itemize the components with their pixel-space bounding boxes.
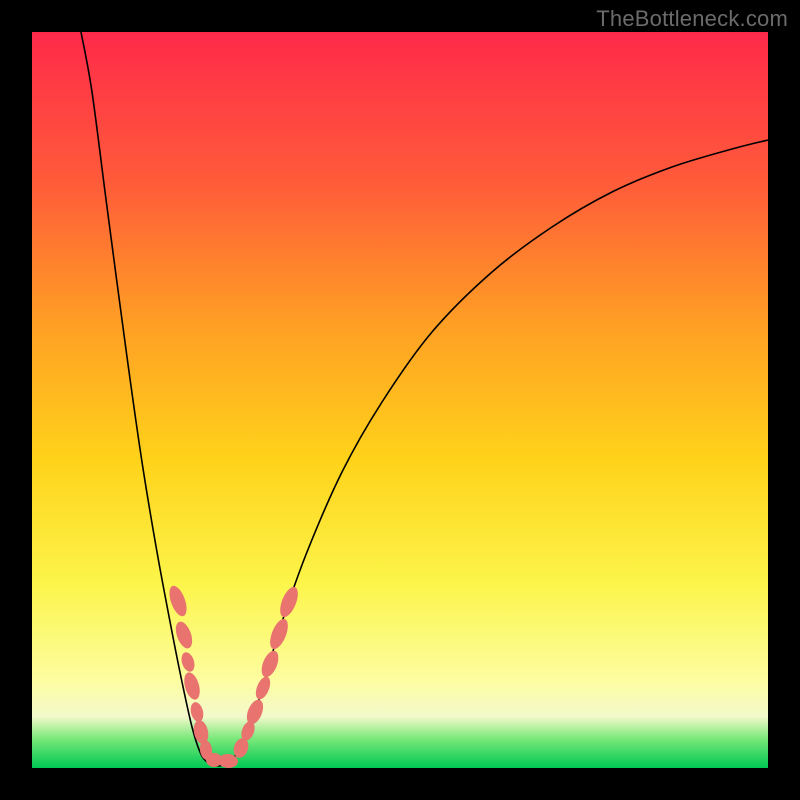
- data-marker: [189, 701, 205, 723]
- curve-svg: [32, 32, 768, 768]
- plot-area: [32, 32, 768, 768]
- data-marker: [277, 585, 302, 620]
- data-marker: [267, 617, 292, 652]
- data-marker: [258, 648, 281, 679]
- data-marker: [166, 584, 190, 619]
- watermark-text: TheBottleneck.com: [596, 6, 788, 32]
- data-marker: [253, 675, 273, 702]
- data-marker: [173, 619, 196, 650]
- data-marker: [244, 697, 267, 726]
- marker-group: [166, 584, 302, 768]
- chart-frame: TheBottleneck.com: [0, 0, 800, 800]
- data-marker: [179, 651, 197, 674]
